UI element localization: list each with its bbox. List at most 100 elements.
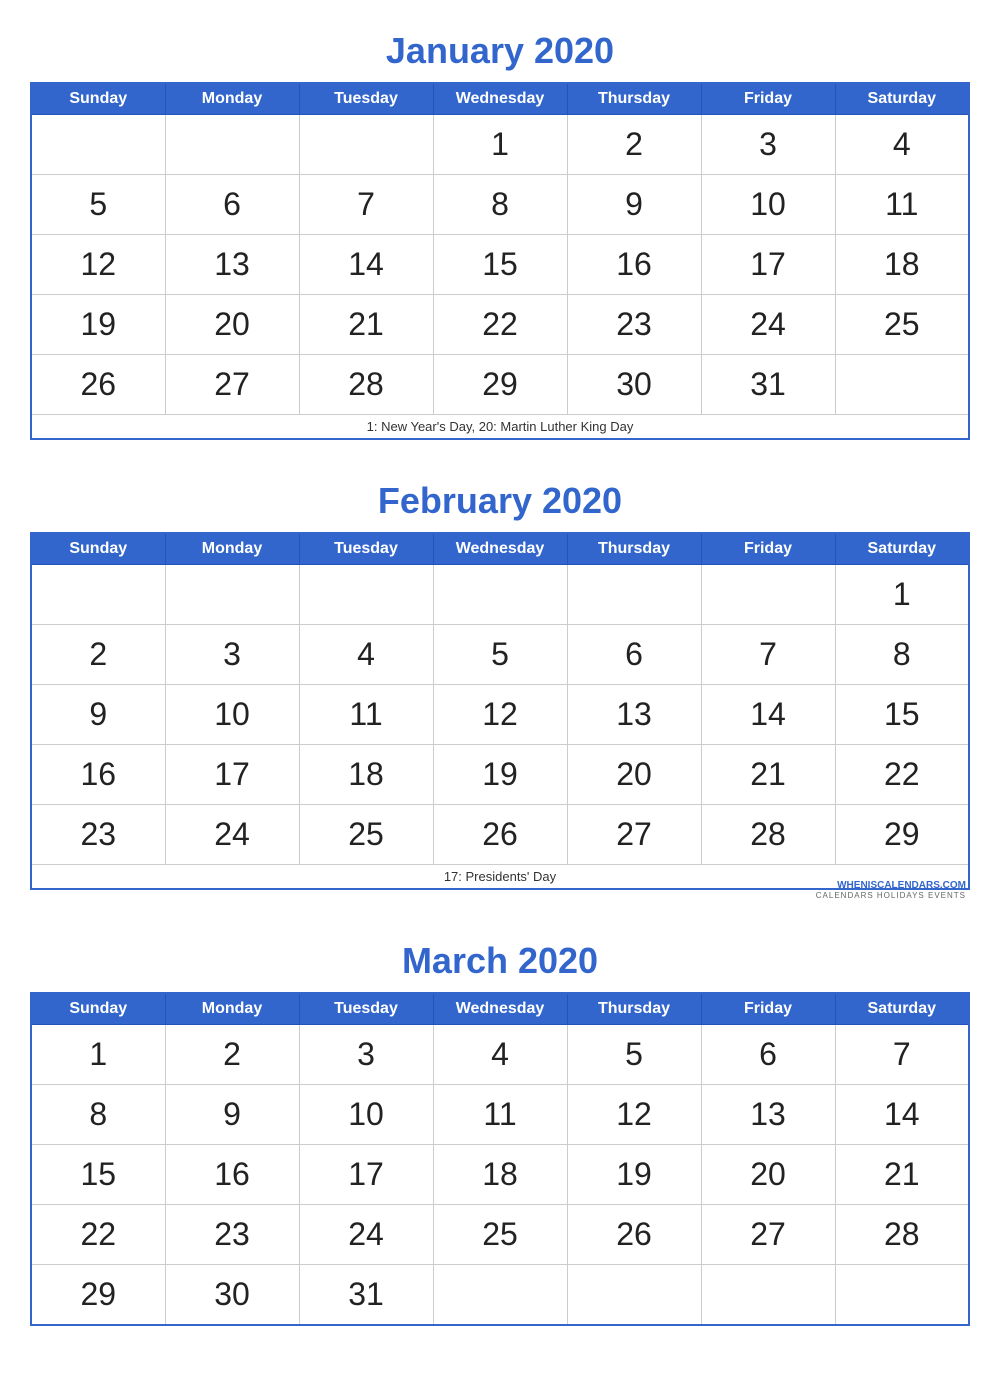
- february-day-cell: 9: [31, 685, 165, 745]
- january-day-cell: 17: [701, 235, 835, 295]
- january-day-cell: 11: [835, 175, 969, 235]
- january-day-cell: 31: [701, 355, 835, 415]
- february-day-cell: 7: [701, 625, 835, 685]
- january-day-cell: 21: [299, 295, 433, 355]
- january-header-sunday: Sunday: [31, 83, 165, 115]
- february-day-cell: 8: [835, 625, 969, 685]
- march-day-cell: 22: [31, 1205, 165, 1265]
- january-day-cell: 29: [433, 355, 567, 415]
- march-day-cell: 13: [701, 1085, 835, 1145]
- march-day-cell: 7: [835, 1025, 969, 1085]
- march-day-cell: 1: [31, 1025, 165, 1085]
- february-day-cell: [31, 565, 165, 625]
- march-day-cell: 27: [701, 1205, 835, 1265]
- january-day-cell: 1: [433, 115, 567, 175]
- february-day-cell: 18: [299, 745, 433, 805]
- february-day-cell: 16: [31, 745, 165, 805]
- january-day-cell: 22: [433, 295, 567, 355]
- january-day-cell: 10: [701, 175, 835, 235]
- march-day-cell: 12: [567, 1085, 701, 1145]
- january-day-cell: 2: [567, 115, 701, 175]
- february-day-cell: 23: [31, 805, 165, 865]
- february-day-cell: [433, 565, 567, 625]
- march-day-cell: 6: [701, 1025, 835, 1085]
- calendar-february: February 2020SundayMondayTuesdayWednesda…: [30, 470, 970, 900]
- march-day-cell: 18: [433, 1145, 567, 1205]
- january-day-cell: 19: [31, 295, 165, 355]
- february-header-wednesday: Wednesday: [433, 533, 567, 565]
- january-holiday: 1: New Year's Day, 20: Martin Luther Kin…: [31, 415, 969, 440]
- february-day-cell: 4: [299, 625, 433, 685]
- february-day-cell: 12: [433, 685, 567, 745]
- february-day-cell: 6: [567, 625, 701, 685]
- march-day-cell: 29: [31, 1265, 165, 1325]
- january-day-cell: 8: [433, 175, 567, 235]
- march-title: March 2020: [30, 930, 970, 986]
- february-day-cell: 1: [835, 565, 969, 625]
- march-header-tuesday: Tuesday: [299, 993, 433, 1025]
- january-day-cell: 3: [701, 115, 835, 175]
- january-day-cell: 30: [567, 355, 701, 415]
- january-day-cell: [165, 115, 299, 175]
- january-day-cell: 9: [567, 175, 701, 235]
- february-day-cell: [701, 565, 835, 625]
- january-header-tuesday: Tuesday: [299, 83, 433, 115]
- calendar-january: January 2020 SundayMondayTuesdayWednesday…: [30, 20, 970, 440]
- calendar-march: March 2020 SundayMondayTuesdayWednesdayTh…: [30, 930, 970, 1326]
- january-day-cell: 20: [165, 295, 299, 355]
- february-day-cell: 24: [165, 805, 299, 865]
- february-day-cell: 5: [433, 625, 567, 685]
- january-day-cell: 24: [701, 295, 835, 355]
- march-day-cell: 5: [567, 1025, 701, 1085]
- february-day-cell: [567, 565, 701, 625]
- february-table: SundayMondayTuesdayWednesdayThursdayFrid…: [30, 532, 970, 890]
- march-day-cell: 24: [299, 1205, 433, 1265]
- march-header-wednesday: Wednesday: [433, 993, 567, 1025]
- march-day-cell: 28: [835, 1205, 969, 1265]
- february-day-cell: 14: [701, 685, 835, 745]
- march-day-cell: 23: [165, 1205, 299, 1265]
- march-day-cell: 20: [701, 1145, 835, 1205]
- march-day-cell: 31: [299, 1265, 433, 1325]
- february-day-cell: 28: [701, 805, 835, 865]
- march-header-friday: Friday: [701, 993, 835, 1025]
- calendars-container: January 2020SundayMondayTuesdayWednesday…: [30, 20, 970, 1326]
- january-day-cell: 7: [299, 175, 433, 235]
- january-header-wednesday: Wednesday: [433, 83, 567, 115]
- january-day-cell: [835, 355, 969, 415]
- january-day-cell: [31, 115, 165, 175]
- february-header-saturday: Saturday: [835, 533, 969, 565]
- january-day-cell: 28: [299, 355, 433, 415]
- march-header-thursday: Thursday: [567, 993, 701, 1025]
- february-day-cell: 19: [433, 745, 567, 805]
- january-header-thursday: Thursday: [567, 83, 701, 115]
- february-header-sunday: Sunday: [31, 533, 165, 565]
- march-day-cell: 11: [433, 1085, 567, 1145]
- january-day-cell: 4: [835, 115, 969, 175]
- february-day-cell: 3: [165, 625, 299, 685]
- january-day-cell: 5: [31, 175, 165, 235]
- march-day-cell: 26: [567, 1205, 701, 1265]
- march-day-cell: 10: [299, 1085, 433, 1145]
- january-title: January 2020: [30, 20, 970, 76]
- march-day-cell: 2: [165, 1025, 299, 1085]
- january-day-cell: 27: [165, 355, 299, 415]
- march-day-cell: 14: [835, 1085, 969, 1145]
- march-table: SundayMondayTuesdayWednesdayThursdayFrid…: [30, 992, 970, 1326]
- march-day-cell: 8: [31, 1085, 165, 1145]
- march-day-cell: 3: [299, 1025, 433, 1085]
- march-day-cell: 4: [433, 1025, 567, 1085]
- february-day-cell: 21: [701, 745, 835, 805]
- march-header-monday: Monday: [165, 993, 299, 1025]
- march-day-cell: [567, 1265, 701, 1325]
- march-day-cell: 19: [567, 1145, 701, 1205]
- february-day-cell: 10: [165, 685, 299, 745]
- february-day-cell: 22: [835, 745, 969, 805]
- february-day-cell: 29: [835, 805, 969, 865]
- january-day-cell: 25: [835, 295, 969, 355]
- february-day-cell: 25: [299, 805, 433, 865]
- january-table: SundayMondayTuesdayWednesdayThursdayFrid…: [30, 82, 970, 440]
- february-day-cell: 17: [165, 745, 299, 805]
- january-day-cell: 13: [165, 235, 299, 295]
- february-day-cell: 27: [567, 805, 701, 865]
